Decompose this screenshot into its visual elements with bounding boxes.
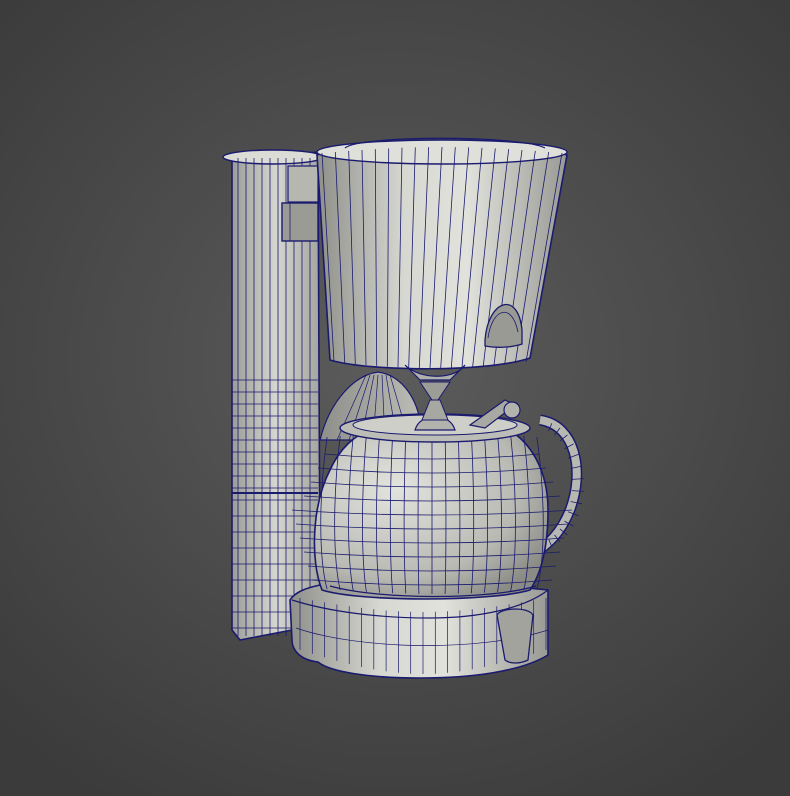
filter-basket — [316, 137, 568, 421]
coffee-maker-model — [222, 137, 584, 679]
3d-viewport[interactable] — [0, 0, 790, 796]
